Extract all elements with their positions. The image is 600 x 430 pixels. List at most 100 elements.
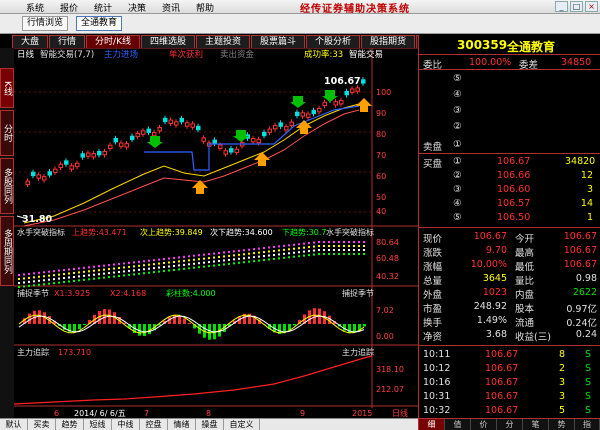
indicator-dot [78, 267, 80, 270]
minimize-icon[interactable]: _ [555, 1, 568, 12]
rtab-minute[interactable]: 分 [497, 419, 523, 430]
tab-futures[interactable]: 股指期货 [361, 35, 415, 48]
tab-stock-battle[interactable]: 股票篇斗 [251, 35, 305, 48]
indicator-dot [153, 259, 155, 262]
indicator-dot [138, 268, 140, 271]
rtab-value[interactable]: 值 [445, 419, 471, 430]
indicator-dot [168, 257, 170, 260]
tab-theme-invest[interactable]: 主题投资 [196, 35, 250, 48]
indicator-dot [338, 253, 340, 255]
indicator-dot [283, 252, 285, 255]
indicator-dot [133, 261, 135, 264]
price-axis-80: 80 [376, 130, 386, 139]
menu-decision[interactable]: 决策 [128, 1, 146, 14]
indicator-dot [323, 241, 325, 243]
buy-level-3: ③ [453, 184, 462, 195]
tab-market-browse[interactable]: 行情浏览 [22, 16, 69, 31]
kline-svg[interactable]: 日线 智能交易(7,7) 主力进场 单次获利 卖出资金 成功率:33 智能交易 … [13, 47, 418, 420]
indicator-dot [223, 251, 225, 254]
candle-body [355, 87, 360, 92]
indicator-dot [348, 245, 350, 247]
btab-operate[interactable]: 操盘 [196, 419, 224, 430]
indicator-dot [53, 274, 55, 277]
btab-trend[interactable]: 趋势 [56, 419, 84, 430]
indicator-dot [143, 264, 145, 267]
maximize-icon[interactable]: □ [570, 1, 583, 12]
indicator-dot [278, 253, 280, 256]
menu-quote[interactable]: 报价 [60, 1, 78, 14]
rtab-index[interactable]: 指 [575, 419, 600, 430]
btab-sentiment[interactable]: 情绪 [168, 419, 196, 430]
btab-control[interactable]: 控盘 [140, 419, 168, 430]
indicator-dot [33, 272, 35, 275]
btab-default[interactable]: 默认 [0, 419, 28, 430]
tab-stock-select[interactable]: 四维选股 [141, 35, 195, 48]
tab-minute-side[interactable]: 分时 [0, 110, 14, 156]
indicator-dot [103, 264, 105, 267]
indicator-dot [28, 272, 30, 275]
indicator-dot [128, 269, 130, 272]
indicator-dot [258, 259, 260, 262]
quote-value-0: 106.67 [473, 231, 507, 242]
indicator-dot [198, 254, 200, 257]
indicator-dot [183, 255, 185, 258]
indicator-dot [178, 260, 180, 263]
indicator-dot [318, 241, 320, 243]
price-axis-90: 90 [376, 109, 386, 118]
quote-label2-4: 内盘 [515, 290, 535, 301]
menu-info[interactable]: 资讯 [162, 1, 180, 14]
indicator-dot [153, 267, 155, 270]
indicator-dot [43, 275, 45, 278]
panel2-upper: 上趋势:43.471 [72, 227, 127, 237]
indicator-dot [238, 261, 240, 264]
indicator-dot [128, 261, 130, 264]
tab-stock-analysis[interactable]: 个股分析 [306, 35, 360, 48]
rtab-detail[interactable]: 细 [419, 419, 445, 430]
menu-stats[interactable]: 统计 [94, 1, 112, 14]
toolbar: 行情浏览 全通教育 [0, 14, 600, 34]
menu-system[interactable]: 系统 [26, 1, 44, 14]
chart-area[interactable]: 日线 智能交易(7,7) 主力进场 单次获利 卖出资金 成功率:33 智能交易 … [13, 47, 418, 420]
indicator-dot [113, 275, 115, 278]
tab-multi-period[interactable]: 多周期同列 [0, 216, 14, 286]
tab-quotes[interactable]: 行情 [49, 35, 85, 48]
tab-quantong[interactable]: 全通教育 [76, 16, 123, 31]
indicator-dot [263, 255, 265, 258]
sell-level-4: ④ [453, 89, 462, 100]
indicator-dot [103, 268, 105, 271]
indicator-dot [148, 259, 150, 262]
btab-buysell[interactable]: 买卖 [28, 419, 56, 430]
tab-market[interactable]: 大盘 [12, 35, 48, 48]
indicator-dot [298, 247, 300, 250]
tab-multi-stock[interactable]: 多股同列 [0, 158, 14, 214]
btab-short[interactable]: 短线 [84, 419, 112, 430]
season-bar [38, 310, 41, 324]
menu-help[interactable]: 帮助 [196, 1, 214, 14]
rtab-trades[interactable]: 笔 [523, 419, 549, 430]
quote-value-3: 3645 [482, 273, 507, 284]
tab-kline[interactable]: 分时/K线 [86, 35, 140, 48]
rtab-trend[interactable]: 势 [549, 419, 575, 430]
season-bar [83, 324, 86, 326]
close-icon[interactable]: × [585, 1, 598, 12]
rtab-price[interactable]: 价 [471, 419, 497, 430]
indicator-dot [148, 271, 150, 274]
quote-value2-4: 2622 [572, 287, 597, 298]
quote-label-7: 净资 [423, 332, 443, 343]
indicator-dot [48, 282, 50, 285]
panel2-axis-2: 60.48 [376, 254, 399, 263]
indicator-dot [298, 251, 300, 254]
candle-body [146, 128, 151, 133]
btab-custom[interactable]: 自定义 [224, 419, 260, 430]
tab-kline-side[interactable]: K线 [0, 68, 14, 108]
indicator-dot [228, 250, 230, 253]
indicator-dot [333, 249, 335, 251]
indicator-tabs: 默认 买卖 趋势 短线 中线 控盘 情绪 操盘 自定义 [0, 418, 418, 430]
indicator-dot [353, 253, 355, 255]
btab-mid[interactable]: 中线 [112, 419, 140, 430]
tick-t-0: 10:11 [423, 349, 451, 360]
tick-t-2: 10:16 [423, 377, 451, 388]
indicator-dot [358, 253, 360, 255]
candle-body [80, 153, 85, 158]
candle-body [267, 128, 272, 133]
